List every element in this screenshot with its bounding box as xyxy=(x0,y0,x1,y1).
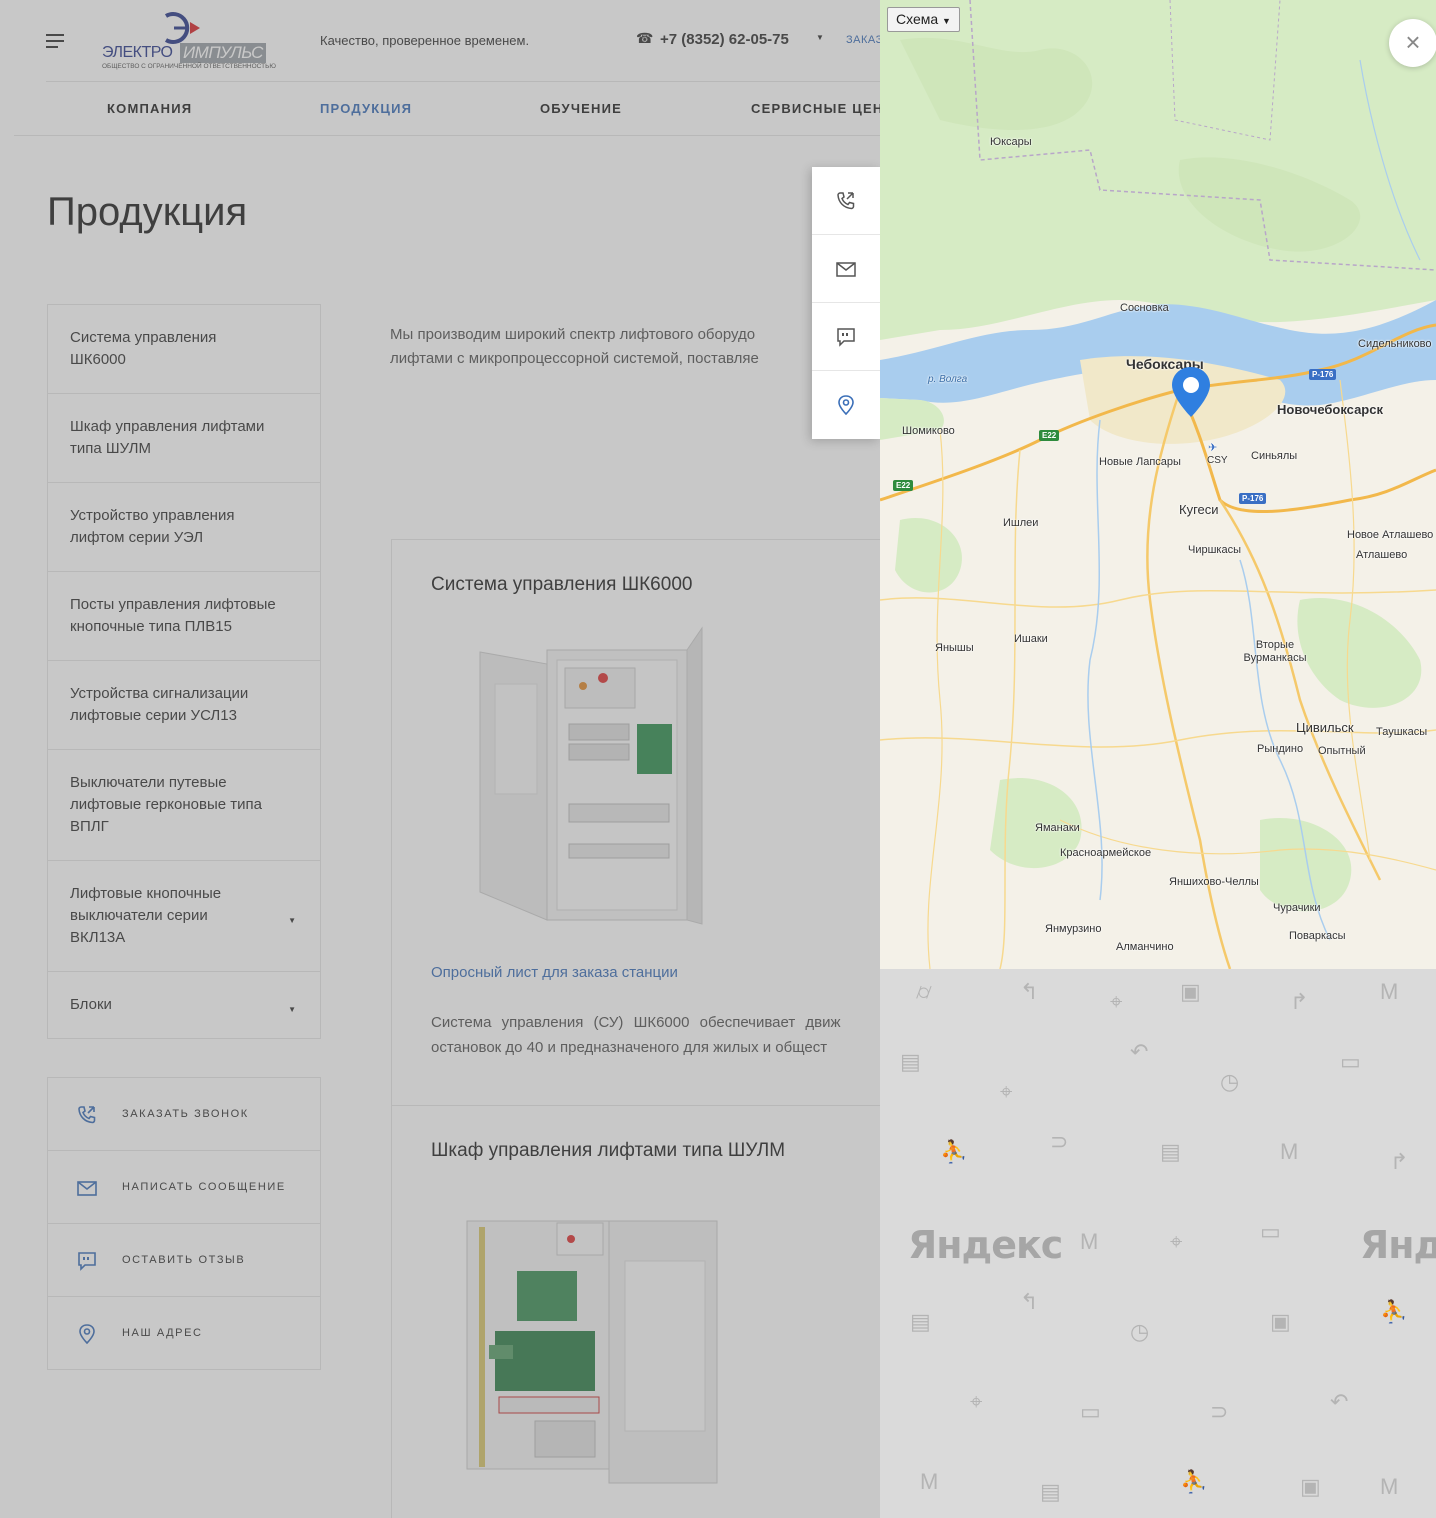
map-location-pin-icon[interactable] xyxy=(1170,366,1212,418)
map-label: Сосновка xyxy=(1120,302,1169,314)
place-pin-icon: ⌖ xyxy=(1110,989,1123,1014)
pedestrian-icon: ⛹ xyxy=(1380,1299,1408,1324)
map-label: Новое Атлашево xyxy=(1347,529,1434,541)
map-label: Ишаки xyxy=(1014,633,1048,645)
floating-review-button[interactable] xyxy=(812,303,880,371)
map-label: Янмурзино xyxy=(1045,923,1102,935)
map-label: Юксары xyxy=(990,136,1032,148)
map-label: Синьялы xyxy=(1251,450,1298,462)
metro-icon: M xyxy=(920,1469,939,1494)
map-base-layer xyxy=(880,0,1436,969)
map-label: Яманаки xyxy=(1035,822,1080,834)
review-bubble-icon xyxy=(837,328,855,347)
map-label: Ишлеи xyxy=(1003,517,1039,529)
magnet-icon: ⊃ xyxy=(1210,1399,1229,1424)
map-label: Красноармейское xyxy=(1060,847,1152,859)
map-label: Чиршкасы xyxy=(1188,544,1241,556)
map-label: Опытный xyxy=(1318,745,1366,757)
map-label: Янышы xyxy=(935,642,974,654)
map-label: Поваркасы xyxy=(1289,930,1346,942)
map-label: Новочебоксарск xyxy=(1277,402,1383,417)
magnet-icon: ⊃ xyxy=(1050,1129,1069,1154)
map-label: Цивильск xyxy=(1296,720,1354,735)
map-label: Рындино xyxy=(1257,743,1304,755)
road-badge: E22 xyxy=(1039,430,1060,441)
map-label: Алманчино xyxy=(1116,941,1174,953)
map-label: Новые Лапсары xyxy=(1099,456,1181,468)
map-label: Атлашево xyxy=(1356,549,1408,561)
floating-call-button[interactable] xyxy=(812,167,880,235)
car-icon: ▭ xyxy=(1340,1049,1361,1074)
modal-dim-overlay[interactable] xyxy=(0,0,880,1518)
metro-icon: M xyxy=(1080,1229,1099,1254)
metro-icon: M xyxy=(1280,1139,1299,1164)
map-label: Шомиково xyxy=(902,425,955,437)
map-label: Сидельниково xyxy=(1358,338,1432,350)
road-badge: Р-176 xyxy=(1309,369,1337,380)
place-pin-icon: ⌖ xyxy=(970,1389,983,1414)
floating-contact-bar xyxy=(812,167,880,439)
car-icon: ▭ xyxy=(1260,1219,1281,1244)
yandex-map[interactable]: Схема ▼ × Юксары Сосновка Чебоксары Сиде… xyxy=(880,0,1436,969)
arrow-turn-icon: ↶ xyxy=(1330,1389,1349,1414)
bus-icon: ▤ xyxy=(1160,1139,1181,1164)
trolleybus-icon: ▣ xyxy=(1180,979,1201,1004)
clock-icon: ◷ xyxy=(1130,1319,1150,1344)
car-icon: ▭ xyxy=(1080,1399,1101,1424)
road-badge: E22 xyxy=(893,480,914,491)
floating-address-button[interactable] xyxy=(812,371,880,439)
arrow-turn-icon: ↰ xyxy=(1020,1289,1039,1314)
yandex-watermark: Яндекс xyxy=(908,1223,1063,1267)
binoculars-icon: ⌭ xyxy=(916,979,932,1004)
map-label: CSY xyxy=(1207,455,1228,466)
place-pin-icon: ⌖ xyxy=(1000,1079,1013,1104)
close-map-button[interactable]: × xyxy=(1389,19,1436,67)
bus-icon: ▤ xyxy=(900,1049,921,1074)
arrow-turn-icon: ↶ xyxy=(1130,1039,1149,1064)
map-label: Таушкасы xyxy=(1376,726,1428,738)
trolleybus-icon: ▣ xyxy=(1270,1309,1291,1334)
arrow-turn-icon: ↱ xyxy=(1290,989,1309,1014)
map-label: Кугеси xyxy=(1179,502,1219,517)
map-label: Вторые Вурманкасы xyxy=(1243,639,1307,664)
phone-callback-icon xyxy=(837,192,855,210)
yandex-watermark: Яндекс xyxy=(1360,1223,1436,1267)
bus-icon: ▤ xyxy=(910,1309,931,1334)
map-label: Яншихово-Челлы xyxy=(1169,876,1259,888)
envelope-icon xyxy=(836,262,856,277)
metro-icon: M xyxy=(1380,1474,1399,1499)
map-loading-tile: Яндекс Яндекс ⌭ ↰ ⌖ ▣ ↱ M ▤ ⌖ ↶ ◷ ▭ ⛹ ⊃ … xyxy=(880,969,1436,1518)
metro-icon: M xyxy=(1380,979,1399,1004)
airport-icon: ✈ xyxy=(1208,442,1218,454)
road-badge: Р-176 xyxy=(1239,493,1267,504)
arrow-turn-icon: ↱ xyxy=(1390,1149,1409,1174)
place-pin-icon: ⌖ xyxy=(1170,1229,1183,1254)
map-layer-label: Схема xyxy=(896,11,939,27)
map-label: Чурачики xyxy=(1273,902,1321,914)
dropdown-caret-icon: ▼ xyxy=(942,16,951,26)
bus-icon: ▤ xyxy=(1040,1479,1061,1504)
floating-message-button[interactable] xyxy=(812,235,880,303)
arrow-turn-icon: ↰ xyxy=(1020,979,1039,1004)
map-modal: Схема ▼ × Юксары Сосновка Чебоксары Сиде… xyxy=(880,0,1436,1518)
map-layer-button[interactable]: Схема ▼ xyxy=(887,7,960,32)
trolleybus-icon: ▣ xyxy=(1300,1474,1321,1499)
map-label: р. Волга xyxy=(928,374,968,385)
location-pin-icon xyxy=(838,395,854,416)
pedestrian-icon: ⛹ xyxy=(1180,1469,1208,1494)
clock-icon: ◷ xyxy=(1220,1069,1240,1094)
pedestrian-icon: ⛹ xyxy=(940,1139,968,1164)
